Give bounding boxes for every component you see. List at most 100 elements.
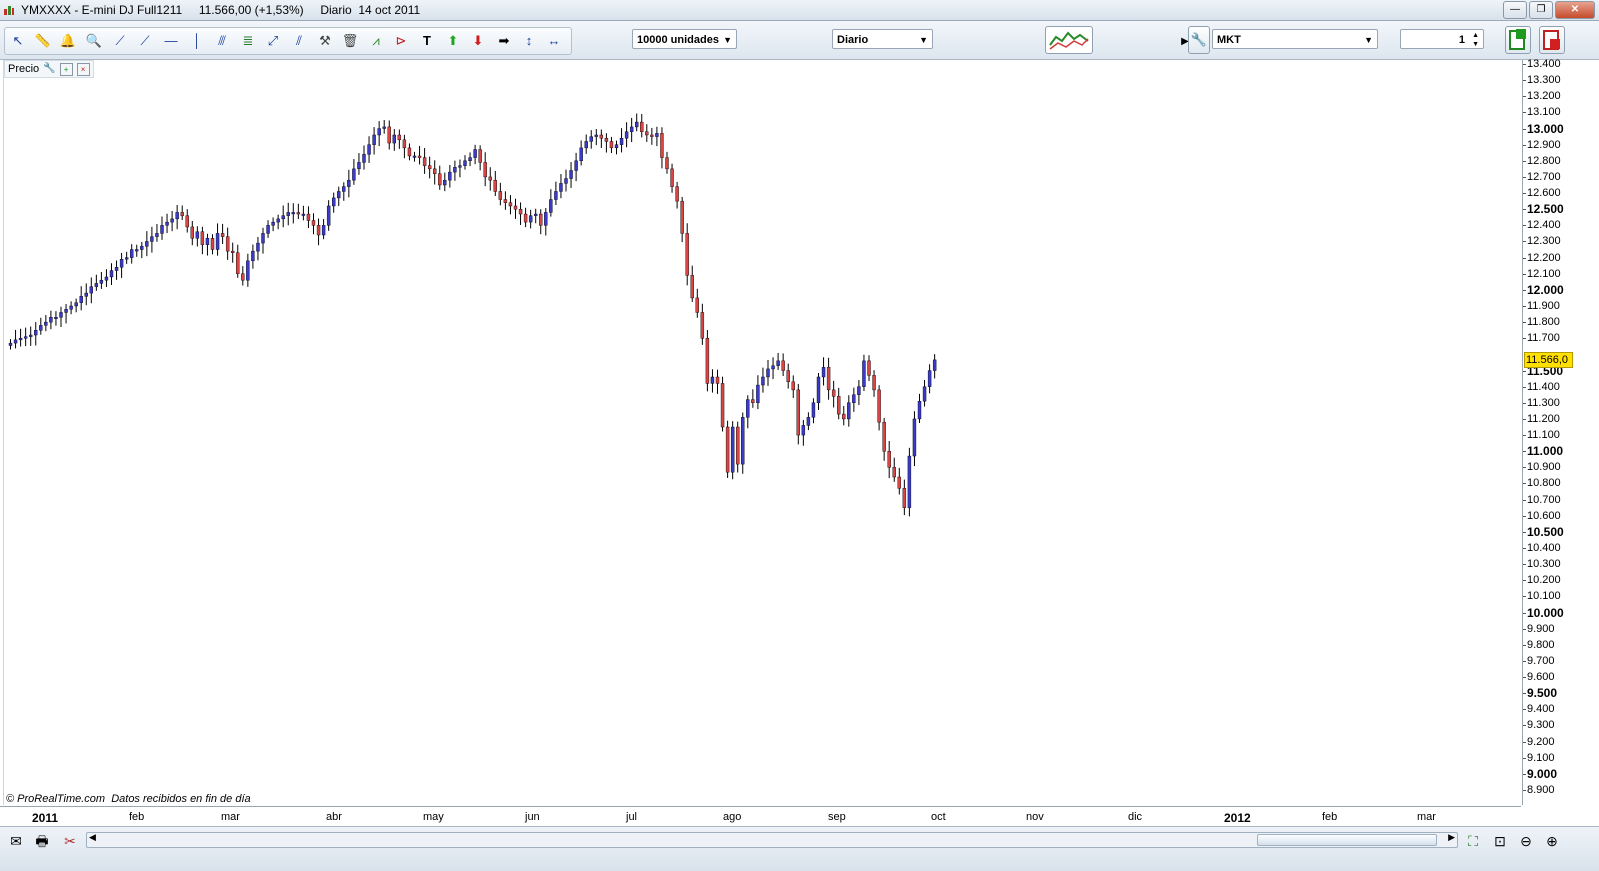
candle-body [215, 233, 220, 250]
price-axis-tick [1523, 660, 1526, 662]
ray-icon[interactable]: ⟋ [136, 32, 154, 50]
price-axis-tick [1523, 693, 1526, 695]
vertical-measure-icon[interactable]: ↕ [520, 32, 538, 50]
candle-body [195, 231, 200, 239]
chart-style-button[interactable] [1045, 26, 1093, 54]
candle-body [306, 213, 311, 221]
minimize-button[interactable]: — [1503, 1, 1527, 19]
drawing-tools-group: ↖ 📏 🔔 🔍 ⟋ ⟋ — │ ⫻ ≣ ⤢ ⫽ ⚒ 🗑 ⩘ ⊳ T ⬆ ⬇ ➡ … [4, 27, 572, 55]
text-icon[interactable]: T [418, 32, 436, 50]
candle-body [826, 367, 831, 391]
chart-pattern-icon[interactable]: ⩘ [367, 32, 385, 50]
price-axis-tick [1523, 435, 1526, 437]
candle-body [640, 121, 644, 132]
date-axis-label: feb [1322, 811, 1338, 823]
stepper-arrows-icon[interactable]: ▲ ▼ [1472, 31, 1479, 49]
period-select[interactable]: Diario ▼ [832, 29, 933, 49]
price-axis-label: 11.000 [1527, 444, 1564, 459]
price-axis-label: 13.000 [1527, 121, 1564, 136]
price-axis[interactable]: 13.400 13.300 13.200 13.100 13.000 12.900 12.8… [1522, 58, 1599, 805]
sell-arrow-icon[interactable]: ⬇ [469, 32, 487, 50]
price-axis-tick [1523, 386, 1526, 388]
cursor-icon[interactable]: ↖ [9, 32, 27, 50]
candle-body [892, 467, 896, 478]
candle-body [301, 213, 306, 216]
price-axis-tick [1523, 96, 1526, 98]
horizontal-line-icon[interactable]: — [162, 32, 180, 50]
candle-body [498, 191, 503, 200]
toolbar: ↖ 📏 🔔 🔍 ⟋ ⟋ — │ ⫻ ≣ ⤢ ⫽ ⚒ 🗑 ⩘ ⊳ T ⬆ ⬇ ➡ … [0, 21, 1599, 60]
units-select[interactable]: 10000 unidades ▼ [632, 29, 737, 49]
scroll-right-icon[interactable]: ▶ [1448, 832, 1455, 843]
price-axis-tick [1523, 128, 1526, 130]
ruler-icon[interactable]: 📏 [34, 32, 52, 50]
price-axis-tick [1523, 193, 1526, 195]
print-icon[interactable]: 🖶 [32, 831, 52, 851]
close-button[interactable]: ✕ [1555, 1, 1595, 19]
price-axis-tick [1523, 596, 1526, 598]
candle-body [619, 138, 624, 145]
date-axis-label: may [423, 811, 444, 823]
order-settings-button[interactable]: 🔧 [1188, 26, 1210, 54]
right-arrow-icon[interactable]: ➡ [495, 32, 513, 50]
order-type-select[interactable]: MKT ▼ [1212, 29, 1378, 49]
horizontal-measure-icon[interactable]: ↔ [545, 32, 563, 50]
candle-body [690, 275, 694, 299]
candle-body [710, 376, 715, 384]
quantity-stepper[interactable]: 1 ▲ ▼ [1400, 29, 1484, 49]
fibonacci-icon[interactable]: ≣ [239, 32, 257, 50]
buy-button[interactable] [1505, 26, 1531, 54]
time-scrollbar[interactable]: ◀ ▶ [86, 832, 1458, 848]
zoom-icon[interactable]: 🔍 [85, 32, 103, 50]
chart-area[interactable]: Precio 🔧 + × © ProRealTime.com Datos rec… [3, 60, 1522, 805]
candle-body [220, 233, 225, 237]
chart-zoom-auto-icon[interactable]: ⛶ [1463, 831, 1483, 851]
scrollbar-thumb[interactable] [1257, 834, 1437, 846]
candle-body [806, 417, 811, 426]
candle-body [736, 426, 740, 465]
triangle-icon[interactable]: ⊳ [392, 32, 410, 50]
candle-body [614, 144, 619, 149]
price-axis-tick [1523, 112, 1526, 114]
candle-body [559, 183, 563, 192]
buy-arrow-icon[interactable]: ⬆ [444, 32, 462, 50]
candle-body [321, 225, 326, 236]
alarm-bell-icon[interactable]: 🔔 [59, 32, 77, 50]
price-axis-tick [1523, 289, 1526, 291]
candle-body [170, 218, 174, 223]
parallel-lines-icon[interactable]: ⫽ [290, 32, 308, 50]
tools-icon[interactable]: ✂ [60, 831, 80, 851]
candle-body [675, 186, 679, 202]
price-axis-label: 12.300 [1527, 235, 1561, 248]
price-axis-label: 9.200 [1527, 735, 1555, 748]
zoom-in-icon[interactable]: ⊕ [1542, 831, 1562, 851]
units-select-value: 10000 unidades [637, 34, 719, 46]
channel-icon[interactable]: ⤢ [264, 32, 282, 50]
price-axis-label: 9.900 [1527, 622, 1555, 635]
price-axis-tick [1523, 628, 1526, 630]
candle-body [362, 154, 366, 163]
price-axis-tick [1523, 773, 1526, 775]
candle-body [771, 365, 775, 370]
fan-icon[interactable]: ⫻ [213, 32, 231, 50]
scroll-left-icon[interactable]: ◀ [89, 832, 96, 843]
sell-button[interactable] [1539, 26, 1565, 54]
trash-icon[interactable]: 🗑 [341, 32, 359, 50]
restore-button[interactable]: ❐ [1529, 1, 1553, 19]
price-axis-label: 11.300 [1527, 396, 1560, 409]
date-axis-label: dic [1128, 811, 1143, 823]
candle-body [29, 334, 33, 337]
price-axis-label: 13.300 [1527, 74, 1561, 87]
candle-body [145, 241, 149, 247]
zoom-fit-icon[interactable]: ⊡ [1490, 831, 1510, 851]
mail-icon[interactable]: ✉ [6, 831, 26, 851]
candle-body [382, 126, 386, 129]
vertical-line-icon[interactable]: │ [188, 32, 206, 50]
trendline-icon[interactable]: ⟋ [111, 32, 129, 50]
date-axis[interactable]: 2011 feb mar abr may jun jul ago sep oct nov dic 201… [0, 806, 1521, 827]
chevron-down-icon: ▼ [723, 35, 732, 45]
hammer-icon[interactable]: ⚒ [316, 32, 334, 50]
zoom-out-icon[interactable]: ⊖ [1516, 831, 1536, 851]
candle-body [700, 312, 705, 339]
price-axis-tick [1523, 160, 1526, 162]
